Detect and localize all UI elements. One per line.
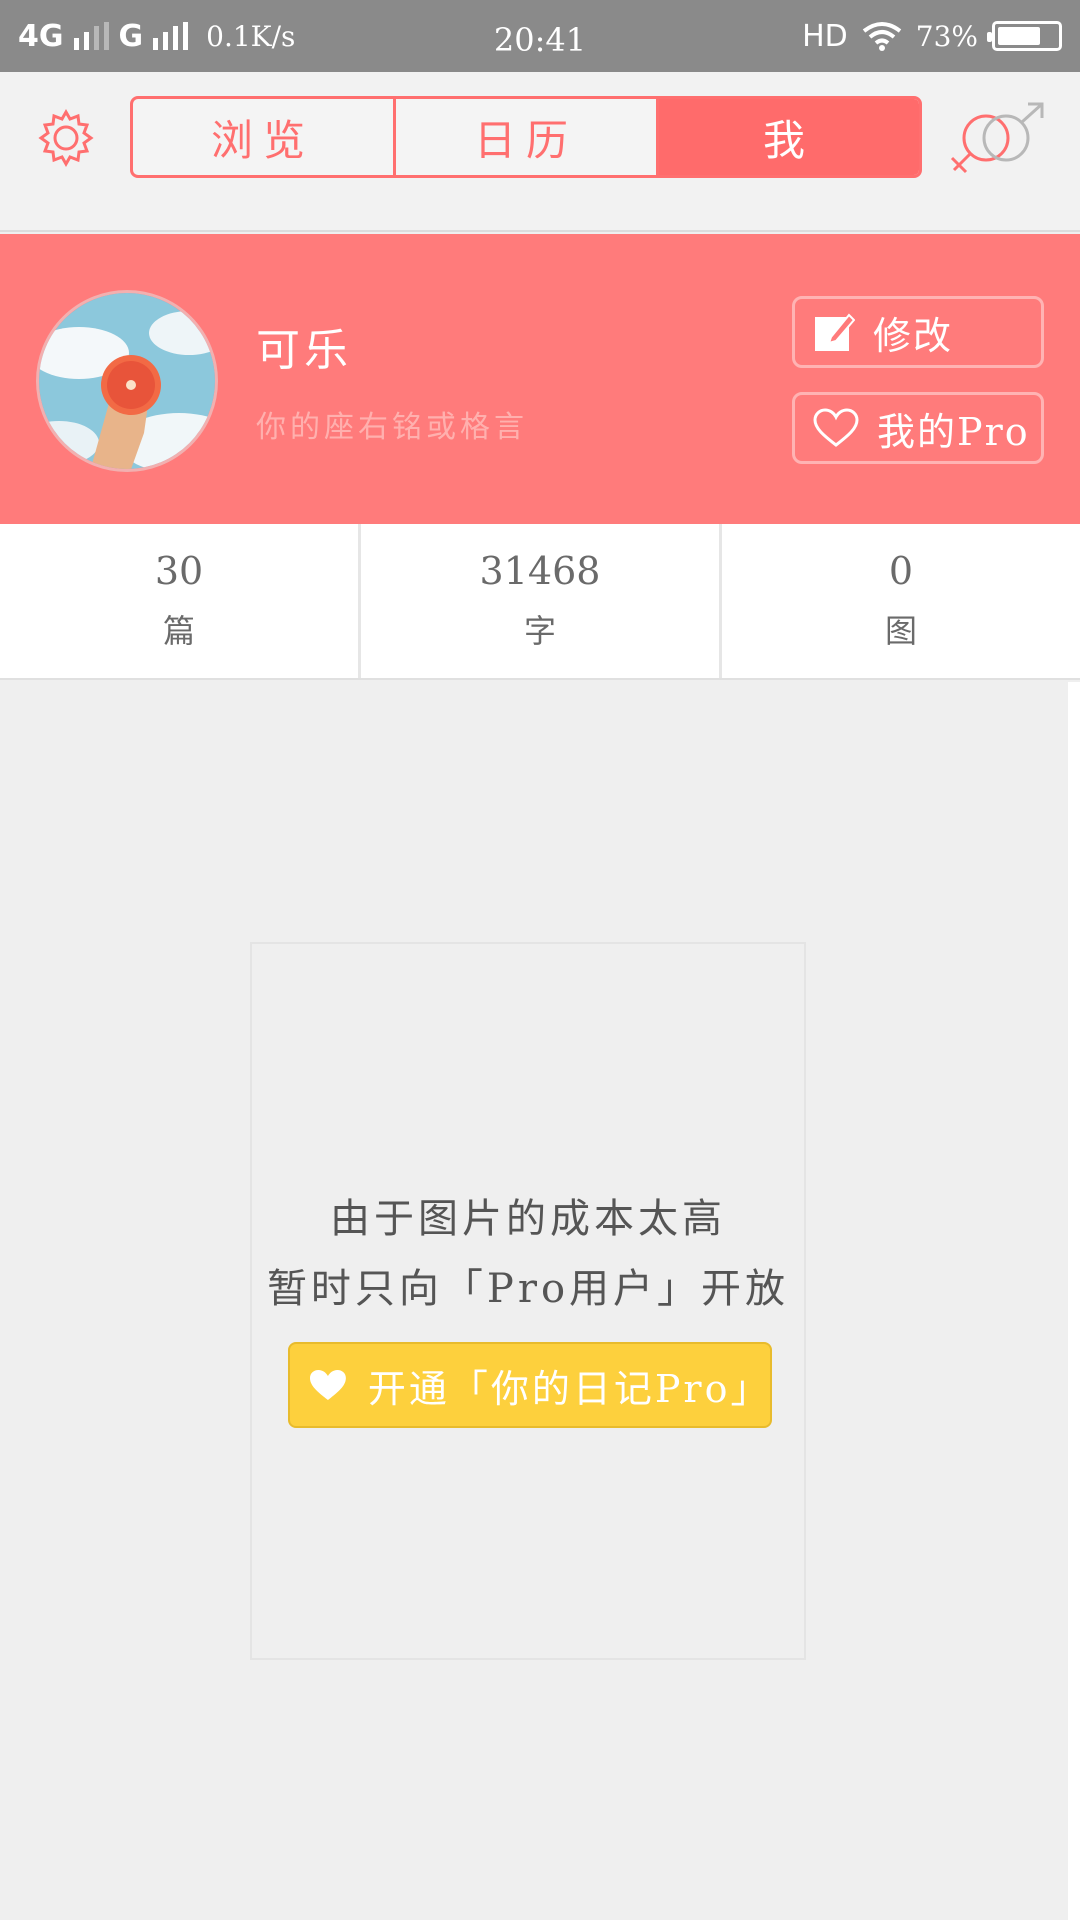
heart-outline-icon bbox=[813, 408, 859, 447]
stat-value: 0 bbox=[888, 549, 914, 593]
stat-value: 30 bbox=[154, 549, 204, 593]
stat-value: 31468 bbox=[479, 549, 601, 593]
edit-icon bbox=[815, 313, 855, 351]
gear-icon[interactable] bbox=[36, 108, 96, 168]
stat-images[interactable]: 0 图 bbox=[719, 524, 1080, 678]
scroll-edge bbox=[1068, 682, 1080, 1920]
heart-icon bbox=[309, 1370, 346, 1400]
top-nav: 浏览 日历 我 bbox=[0, 72, 1080, 232]
battery-fill bbox=[998, 27, 1041, 45]
stat-words[interactable]: 31468 字 bbox=[358, 524, 719, 678]
tab-me[interactable]: 我 bbox=[656, 99, 919, 175]
edit-button-label: 修改 bbox=[873, 313, 954, 358]
gender-icon[interactable] bbox=[948, 102, 1048, 178]
gallery-area: 由于图片的成本太高 暂时只向「Pro用户」开放 开通「你的日记Pro」 bbox=[0, 682, 1068, 1920]
pro-notice-card: 由于图片的成本太高 暂时只向「Pro用户」开放 开通「你的日记Pro」 bbox=[250, 942, 806, 1660]
stats-bar: 30 篇 31468 字 0 图 bbox=[0, 524, 1080, 680]
profile-banner: 可乐 你的座右铭或格言 修改 我的Pro bbox=[0, 234, 1080, 524]
upgrade-pro-button[interactable]: 开通「你的日记Pro」 bbox=[288, 1342, 772, 1428]
status-bar: 4G G 0.1K/s 20:41 HD 73% bbox=[0, 0, 1080, 72]
upgrade-button-label: 开通「你的日记Pro」 bbox=[367, 1366, 772, 1411]
wifi-icon bbox=[862, 22, 901, 51]
stat-unit: 图 bbox=[884, 612, 917, 650]
stat-unit: 字 bbox=[523, 612, 556, 650]
stat-unit: 篇 bbox=[162, 612, 195, 650]
status-right: HD 73% bbox=[802, 0, 1062, 72]
battery-percent: 73% bbox=[915, 19, 978, 53]
stat-entries[interactable]: 30 篇 bbox=[0, 524, 358, 678]
battery-icon bbox=[987, 21, 1062, 51]
notice-line-2: 暂时只向「Pro用户」开放 bbox=[266, 1266, 790, 1312]
avatar-image bbox=[39, 293, 215, 469]
avatar[interactable] bbox=[36, 290, 218, 472]
notice-line-1: 由于图片的成本太高 bbox=[330, 1196, 726, 1242]
edit-profile-button[interactable]: 修改 bbox=[792, 296, 1044, 368]
main-tabs: 浏览 日历 我 bbox=[130, 96, 922, 178]
username: 可乐 bbox=[256, 325, 352, 376]
tab-calendar[interactable]: 日历 bbox=[393, 99, 656, 175]
pro-button-label: 我的Pro bbox=[877, 409, 1030, 454]
hd-label: HD bbox=[802, 18, 848, 54]
motto[interactable]: 你的座右铭或格言 bbox=[256, 402, 528, 446]
tab-browse[interactable]: 浏览 bbox=[133, 99, 393, 175]
my-pro-button[interactable]: 我的Pro bbox=[792, 392, 1044, 464]
